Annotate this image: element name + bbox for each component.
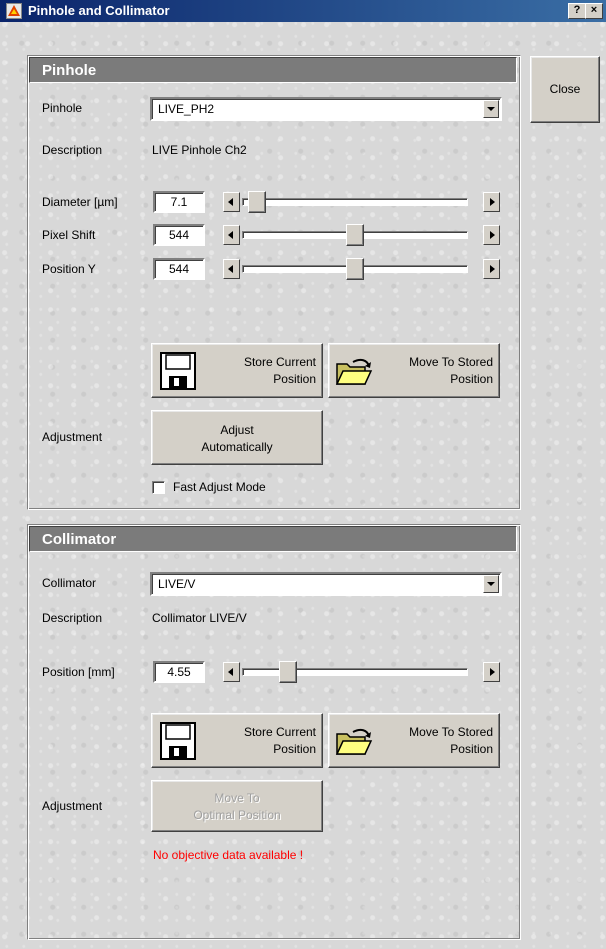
close-button-label: Close bbox=[549, 82, 581, 96]
collimator-move-line1: Move To Stored bbox=[409, 725, 493, 739]
collimator-position-decrement-button[interactable] bbox=[223, 662, 240, 682]
diameter-input[interactable]: 7.1 bbox=[153, 191, 205, 213]
adjust-automatically-button[interactable]: Adjust Automatically bbox=[151, 410, 323, 465]
pixel-shift-decrement-button[interactable] bbox=[223, 225, 240, 245]
pixel-shift-label: Pixel Shift bbox=[42, 228, 96, 242]
collimator-select[interactable]: LIVE/V bbox=[150, 572, 502, 596]
position-y-slider-thumb[interactable] bbox=[346, 258, 364, 280]
folder-arrow-icon bbox=[335, 356, 375, 391]
pinhole-move-line2: Position bbox=[450, 372, 493, 386]
pinhole-section-header: Pinhole bbox=[29, 57, 517, 83]
pixel-shift-input[interactable]: 544 bbox=[153, 224, 205, 246]
fast-adjust-label[interactable]: Fast Adjust Mode bbox=[173, 480, 266, 494]
collimator-description-label: Description bbox=[42, 611, 103, 625]
diameter-slider-thumb[interactable] bbox=[248, 191, 267, 213]
pinhole-move-line1: Move To Stored bbox=[409, 355, 493, 369]
collimator-store-line2: Position bbox=[273, 742, 316, 756]
pinhole-description-value: LIVE Pinhole Ch2 bbox=[152, 143, 247, 157]
diameter-slider-track[interactable] bbox=[242, 198, 468, 206]
collimator-select-value: LIVE/V bbox=[158, 577, 196, 591]
collimator-section-header: Collimator bbox=[29, 526, 517, 552]
collimator-store-position-button[interactable]: Store Current Position bbox=[151, 713, 323, 768]
pinhole-adjustment-label: Adjustment bbox=[42, 430, 103, 444]
app-icon bbox=[6, 3, 22, 19]
floppy-disk-icon bbox=[160, 352, 196, 393]
pinhole-select[interactable]: LIVE_PH2 bbox=[150, 97, 502, 121]
position-y-increment-button[interactable] bbox=[483, 259, 500, 279]
collimator-position-label: Position [mm] bbox=[42, 665, 115, 679]
pinhole-store-position-button[interactable]: Store Current Position bbox=[151, 343, 323, 398]
pixel-shift-slider-thumb[interactable] bbox=[346, 224, 364, 246]
pinhole-store-line1: Store Current bbox=[243, 355, 316, 369]
pinhole-store-line2: Position bbox=[273, 372, 316, 386]
pixel-shift-increment-button[interactable] bbox=[483, 225, 500, 245]
collimator-adjustment-label: Adjustment bbox=[42, 799, 103, 813]
position-y-label: Position Y bbox=[42, 262, 96, 276]
optimal-line1: Move To bbox=[214, 791, 260, 805]
adjust-line1: Adjust bbox=[220, 423, 254, 437]
chevron-down-icon[interactable] bbox=[483, 100, 499, 118]
pinhole-select-value: LIVE_PH2 bbox=[158, 102, 215, 116]
diameter-decrement-button[interactable] bbox=[223, 192, 240, 212]
diameter-label: Diameter [µm] bbox=[42, 195, 118, 209]
window-close-button[interactable]: × bbox=[585, 3, 603, 19]
move-to-optimal-position-button[interactable]: Move To Optimal Position bbox=[151, 780, 323, 832]
collimator-selector-label: Collimator bbox=[42, 576, 97, 590]
collimator-position-slider-thumb[interactable] bbox=[278, 661, 297, 683]
collimator-move-to-stored-button[interactable]: Move To Stored Position bbox=[328, 713, 500, 768]
collimator-position-increment-button[interactable] bbox=[483, 662, 500, 682]
title-bar: Pinhole and Collimator ? × bbox=[0, 0, 606, 22]
optimal-line2: Optimal Position bbox=[193, 808, 281, 822]
collimator-move-line2: Position bbox=[450, 742, 493, 756]
pinhole-move-to-stored-button[interactable]: Move To Stored Position bbox=[328, 343, 500, 398]
collimator-store-line1: Store Current bbox=[243, 725, 316, 739]
adjust-line2: Automatically bbox=[201, 440, 273, 454]
floppy-disk-icon bbox=[160, 722, 196, 763]
window-title: Pinhole and Collimator bbox=[28, 3, 170, 18]
pinhole-selector-label: Pinhole bbox=[42, 101, 83, 115]
pinhole-description-label: Description bbox=[42, 143, 103, 157]
position-y-decrement-button[interactable] bbox=[223, 259, 240, 279]
fast-adjust-checkbox[interactable] bbox=[152, 481, 165, 494]
error-message: No objective data available ! bbox=[153, 848, 304, 862]
collimator-description-value: Collimator LIVE/V bbox=[152, 611, 247, 625]
diameter-increment-button[interactable] bbox=[483, 192, 500, 212]
position-y-input[interactable]: 544 bbox=[153, 258, 205, 280]
collimator-position-input[interactable]: 4.55 bbox=[153, 661, 205, 683]
help-button[interactable]: ? bbox=[568, 3, 586, 19]
collimator-position-slider-track[interactable] bbox=[242, 668, 468, 676]
chevron-down-icon[interactable] bbox=[483, 575, 499, 593]
folder-arrow-icon bbox=[335, 726, 375, 761]
close-button[interactable]: Close bbox=[530, 56, 600, 123]
